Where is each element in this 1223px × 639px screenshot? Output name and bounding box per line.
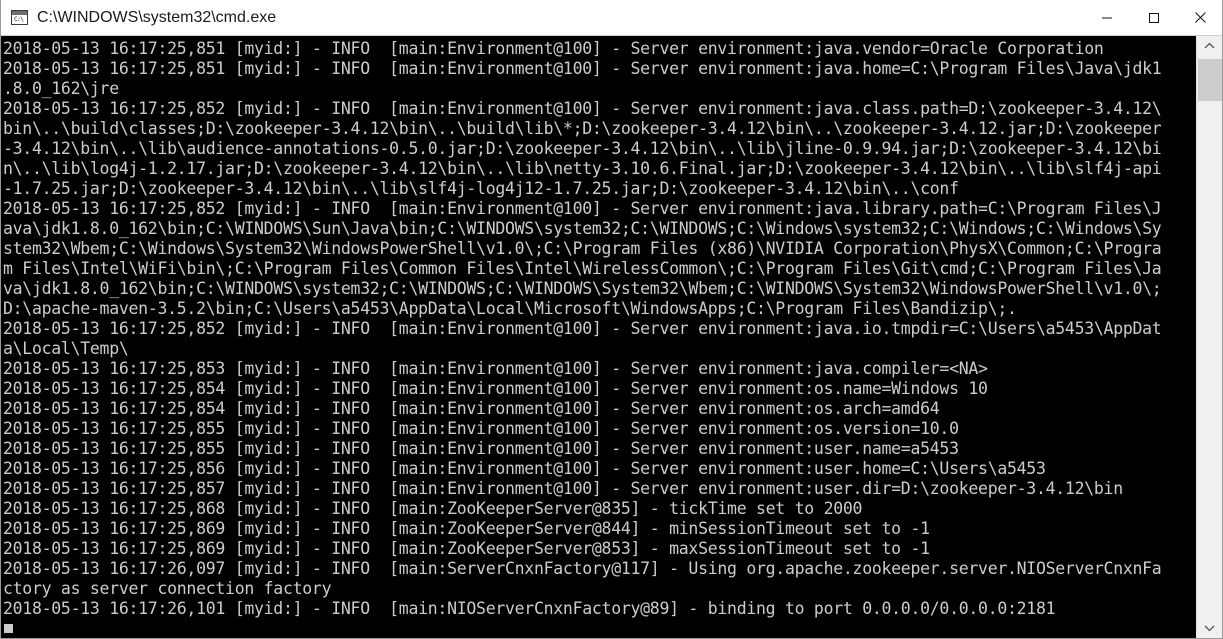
window-controls [1083, 0, 1222, 35]
console-line: 2018-05-13 16:17:25,854 [myid:] - INFO [… [3, 379, 988, 398]
console-cursor [4, 624, 13, 633]
console-line: ava\jdk1.8.0_162\bin;C:\WINDOWS\Sun\Java… [3, 219, 1162, 238]
console-output-area[interactable]: 2018-05-13 16:17:25,851 [myid:] - INFO [… [1, 36, 1197, 638]
console-line: ctory as server connection factory [3, 579, 332, 598]
close-icon [1195, 12, 1206, 23]
console-line: a\Local\Temp\ [3, 339, 129, 358]
console-line: va\jdk1.8.0_162\bin;C:\WINDOWS\system32;… [3, 279, 1162, 298]
cmd-icon-titlestrip [12, 11, 27, 15]
console-line: .8.0_162\jre [3, 79, 119, 98]
console-line: -3.4.12\bin\..\lib\audience-annotations-… [3, 139, 1162, 158]
console-line: 2018-05-13 16:17:25,851 [myid:] - INFO [… [3, 59, 1162, 78]
chevron-up-icon [1204, 42, 1215, 49]
console-line: 2018-05-13 16:17:25,852 [myid:] - INFO [… [3, 199, 1162, 218]
console-line-list: 2018-05-13 16:17:25,851 [myid:] - INFO [… [1, 36, 1197, 619]
scroll-thumb[interactable] [1198, 59, 1222, 101]
console-line: m Files\Intel\WiFi\bin\;C:\Program Files… [3, 259, 1162, 278]
title-bar-left: C:\ C:\WINDOWS\system32\cmd.exe [1, 9, 1083, 27]
console-line: 2018-05-13 16:17:26,101 [myid:] - INFO [… [3, 599, 1056, 618]
title-bar[interactable]: C:\ C:\WINDOWS\system32\cmd.exe [1, 0, 1222, 36]
console-line: stem32\Wbem;C:\Windows\System32\WindowsP… [3, 239, 1162, 258]
console-line: 2018-05-13 16:17:25,869 [myid:] - INFO [… [3, 519, 930, 538]
console-line: bin\..\build\classes;D:\zookeeper-3.4.12… [3, 119, 1162, 138]
console-line: 2018-05-13 16:17:25,857 [myid:] - INFO [… [3, 479, 1123, 498]
console-line: n\..\lib\log4j-1.2.17.jar;D:\zookeeper-3… [3, 159, 1162, 178]
console-line: D:\apache-maven-3.5.2\bin;C:\Users\a5453… [3, 299, 1017, 318]
chevron-down-icon [1204, 625, 1215, 632]
minimize-icon [1101, 17, 1112, 18]
maximize-button[interactable] [1130, 0, 1177, 35]
console-line: 2018-05-13 16:17:25,852 [myid:] - INFO [… [3, 99, 1162, 118]
console-line: 2018-05-13 16:17:25,853 [myid:] - INFO [… [3, 359, 988, 378]
console-line: 2018-05-13 16:17:25,851 [myid:] - INFO [… [3, 39, 1104, 58]
console-line: 2018-05-13 16:17:25,856 [myid:] - INFO [… [3, 459, 1046, 478]
maximize-icon [1148, 12, 1159, 23]
console-line: 2018-05-13 16:17:25,868 [myid:] - INFO [… [3, 499, 863, 518]
console-line: 2018-05-13 16:17:25,854 [myid:] - INFO [… [3, 399, 940, 418]
vertical-scrollbar[interactable] [1196, 36, 1222, 638]
close-button[interactable] [1177, 0, 1222, 35]
scroll-down-button[interactable] [1197, 618, 1222, 638]
console-line: 2018-05-13 16:17:25,869 [myid:] - INFO [… [3, 539, 930, 558]
window-title: C:\WINDOWS\system32\cmd.exe [37, 8, 277, 26]
console-line: 2018-05-13 16:17:25,855 [myid:] - INFO [… [3, 419, 959, 438]
console-line: -1.7.25.jar;D:\zookeeper-3.4.12\bin\..\l… [3, 179, 959, 198]
minimize-button[interactable] [1083, 0, 1130, 35]
console-line: 2018-05-13 16:17:26,097 [myid:] - INFO [… [3, 559, 1162, 578]
console-line: 2018-05-13 16:17:25,855 [myid:] - INFO [… [3, 439, 959, 458]
cmd-window: C:\ C:\WINDOWS\system32\cmd.exe 2018-05-… [0, 0, 1223, 639]
scroll-up-button[interactable] [1197, 36, 1222, 56]
cmd-icon-prompt-text: C:\ [14, 16, 24, 23]
cmd-app-icon: C:\ [11, 10, 28, 25]
console-line: 2018-05-13 16:17:25,852 [myid:] - INFO [… [3, 319, 1162, 338]
